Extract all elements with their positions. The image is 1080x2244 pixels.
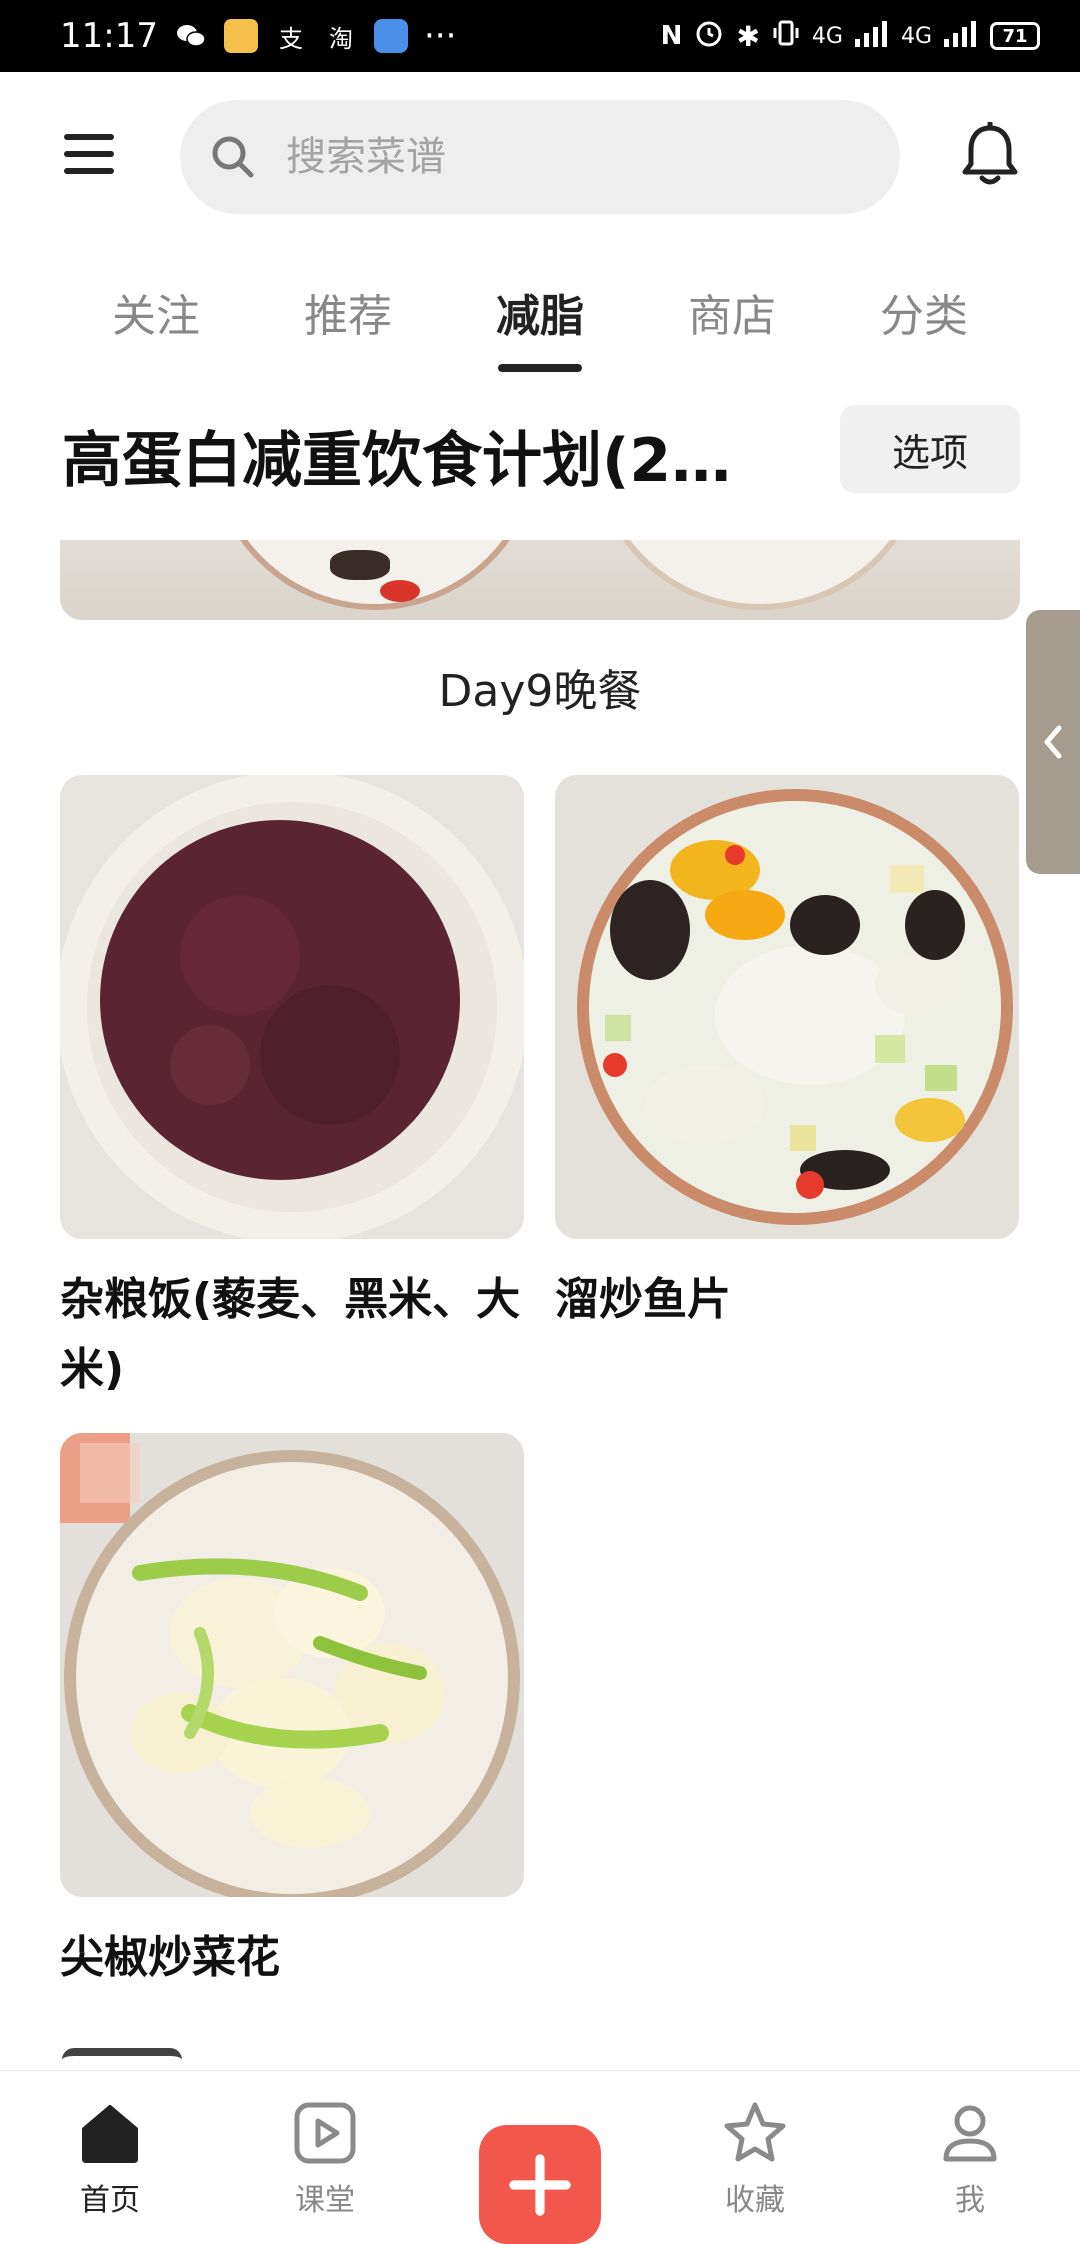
tab-follow[interactable]: 关注 xyxy=(81,270,231,380)
top-bar xyxy=(0,72,1080,238)
wechat-icon xyxy=(174,19,208,53)
more-notifications-icon: ··· xyxy=(423,16,457,56)
nav-class-label: 课堂 xyxy=(295,2183,355,2218)
meal-plan-content[interactable]: Day9晚餐 杂粮饭(藜麦、黑米、大米) 溜炒鱼片 尖椒炒菜花 xyxy=(0,540,1080,2070)
recipe-card[interactable]: 溜炒鱼片 xyxy=(555,775,1019,1335)
browser-icon xyxy=(373,19,408,53)
signal-icon-1 xyxy=(854,19,889,53)
category-tabs: 关注 推荐 减脂 商店 分类 xyxy=(0,270,1080,380)
plan-header: 高蛋白减重饮食计划(2… 选项 xyxy=(0,400,1080,510)
plan-title: 高蛋白减重饮食计划(2… xyxy=(62,426,732,496)
alipay-icon: 支 xyxy=(278,24,303,53)
bottom-nav: 首页 课堂 收藏 我 xyxy=(0,2070,1080,2244)
bell-icon[interactable] xyxy=(960,122,1020,188)
chevron-left-icon xyxy=(1044,725,1062,759)
side-drawer-handle[interactable] xyxy=(1026,610,1080,874)
tab-categories[interactable]: 分类 xyxy=(849,270,999,380)
nav-home-label: 首页 xyxy=(80,2183,140,2218)
status-right: N ✱ 4G 4G 71 xyxy=(661,18,1040,54)
nav-class[interactable]: 课堂 xyxy=(255,2071,395,2244)
vibrate-icon xyxy=(772,18,800,54)
tab-store[interactable]: 商店 xyxy=(657,270,807,380)
star-icon xyxy=(724,2102,786,2162)
profile-icon xyxy=(943,2105,997,2162)
meal-section-title: Day9晚餐 xyxy=(438,666,642,717)
taobao-icon: 淘 xyxy=(328,24,353,53)
status-bar: 11:17 支 淘 ··· N ✱ 4G 4G 71 xyxy=(0,0,1080,72)
signal-icon-2 xyxy=(944,19,978,53)
nav-favorites[interactable]: 收藏 xyxy=(685,2071,825,2244)
battery-icon: 71 xyxy=(990,22,1040,50)
next-section-peek xyxy=(62,2048,182,2070)
nav-add[interactable] xyxy=(470,2071,610,2244)
recipe-name[interactable]: 溜炒鱼片 xyxy=(555,1265,1019,1335)
alarm-icon xyxy=(694,18,724,54)
nav-profile[interactable]: 我 xyxy=(900,2071,1040,2244)
recipe-image[interactable] xyxy=(60,775,524,1239)
nav-home[interactable]: 首页 xyxy=(40,2071,180,2244)
recipe-name[interactable]: 杂粮饭(藜麦、黑米、大米) xyxy=(60,1265,524,1405)
play-icon xyxy=(294,2102,356,2164)
add-recipe-button[interactable] xyxy=(479,2125,601,2244)
recipe-card[interactable]: 杂粮饭(藜麦、黑米、大米) xyxy=(60,775,524,1405)
tab-fat-loss[interactable]: 减脂 xyxy=(465,270,615,380)
previous-meal-image[interactable] xyxy=(60,540,1020,620)
nav-profile-label: 我 xyxy=(955,2183,985,2218)
search-bar[interactable] xyxy=(180,100,900,214)
bluetooth-icon: ✱ xyxy=(736,19,760,53)
home-icon xyxy=(82,2105,138,2163)
search-input[interactable] xyxy=(286,134,886,180)
network-label-2: 4G xyxy=(900,23,932,49)
app-notification-icon xyxy=(223,19,258,53)
recipe-image[interactable] xyxy=(60,1433,524,1897)
status-left: 11:17 支 淘 ··· xyxy=(60,16,456,56)
recipe-card[interactable]: 尖椒炒菜花 xyxy=(60,1433,524,1993)
recipe-name[interactable]: 尖椒炒菜花 xyxy=(60,1923,524,1993)
nav-favorites-label: 收藏 xyxy=(725,2183,785,2218)
recipe-image[interactable] xyxy=(555,775,1019,1239)
network-label-1: 4G xyxy=(811,23,843,49)
status-time: 11:17 xyxy=(60,16,158,56)
options-button[interactable]: 选项 xyxy=(840,405,1020,493)
tab-recommend[interactable]: 推荐 xyxy=(273,270,423,380)
search-icon xyxy=(212,136,254,178)
nfc-icon: N xyxy=(660,21,683,51)
menu-icon[interactable] xyxy=(64,134,114,174)
add-icon xyxy=(509,2153,571,2216)
